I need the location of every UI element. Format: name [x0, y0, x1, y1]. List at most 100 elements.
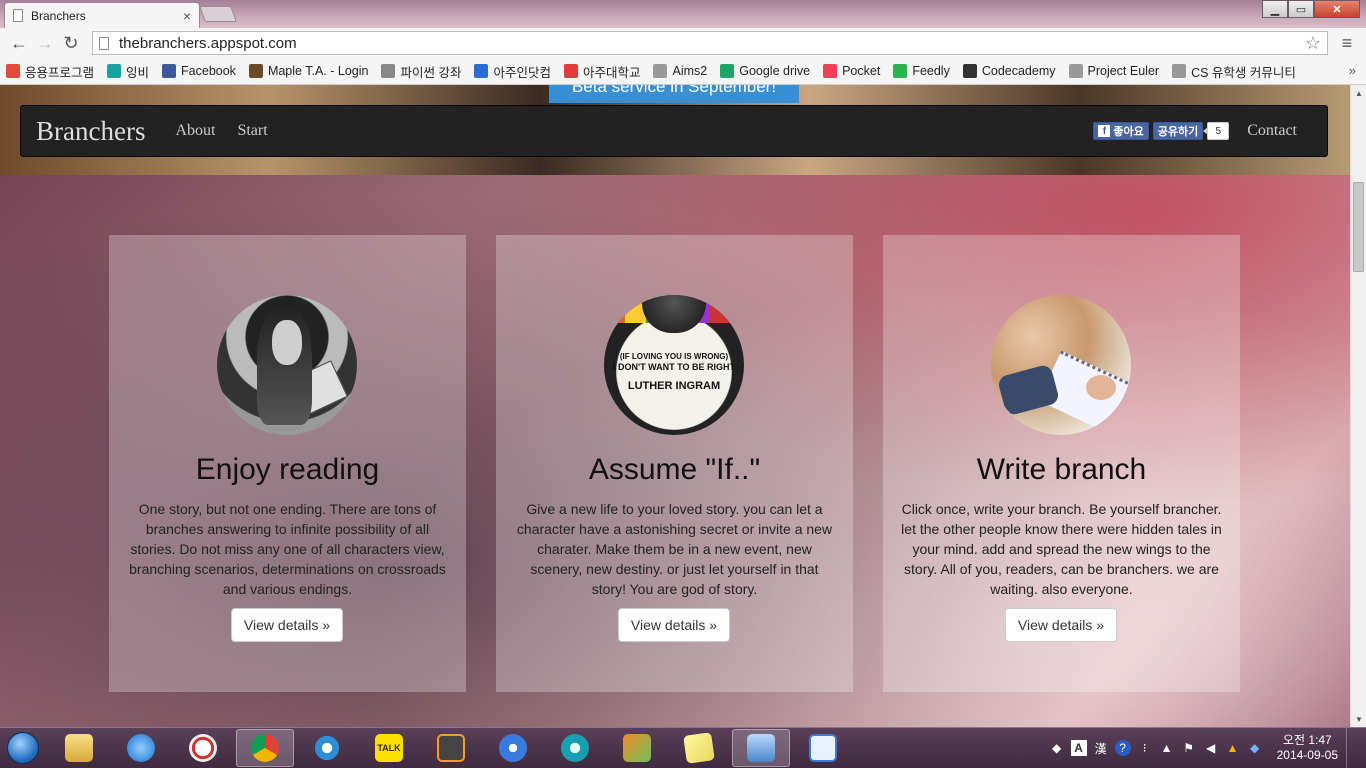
bookmark-item[interactable]: CS 유학생 커뮤니티: [1172, 62, 1296, 81]
feedly-icon: [893, 64, 908, 78]
taskbar-app-tree[interactable]: [546, 729, 604, 767]
help-icon[interactable]: ?: [1114, 740, 1131, 756]
bookmark-label: Aims2: [672, 64, 708, 78]
bookmarks-bar: 응용프로그램 잉비 Facebook Maple T.A. - Login 파이썬 강좌…: [0, 58, 1366, 85]
show-hidden-icons[interactable]: ▲: [1159, 740, 1175, 756]
nav-about[interactable]: About: [175, 122, 215, 140]
new-tab-button[interactable]: [199, 6, 237, 22]
nav-contact[interactable]: Contact: [1247, 122, 1297, 140]
bookmarks-overflow-button[interactable]: »: [1349, 63, 1356, 78]
minimize-button[interactable]: ▁: [1262, 0, 1288, 18]
bookmark-item[interactable]: Google drive: [720, 64, 810, 78]
show-desktop-button[interactable]: [1346, 728, 1358, 768]
editor-icon: [809, 734, 837, 762]
bookmark-item[interactable]: 응용프로그램: [6, 62, 94, 81]
drive-tray-icon[interactable]: ▲: [1225, 740, 1241, 756]
ime-hanja-icon[interactable]: 漢: [1093, 740, 1109, 756]
taskbar-sublime[interactable]: [422, 729, 480, 767]
reload-button[interactable]: ↻: [58, 31, 84, 55]
bookmark-item[interactable]: Codecademy: [962, 64, 1056, 78]
start-button[interactable]: [0, 728, 46, 768]
bookmark-item[interactable]: Project Euler: [1068, 64, 1159, 78]
feature-panel-assume: (IF LOVING YOU IS WRONG) I DON'T WANT TO…: [496, 235, 853, 692]
taskbar-explorer[interactable]: [50, 729, 108, 767]
bookmark-item[interactable]: Pocket: [823, 64, 880, 78]
taskbar-remote[interactable]: [732, 729, 790, 767]
ie-icon: [313, 734, 341, 762]
forward-button[interactable]: →: [32, 31, 58, 55]
tree-icon: [561, 734, 589, 762]
chrome-menu-button[interactable]: ≡: [1336, 33, 1358, 54]
apps-grid-icon: [6, 64, 20, 78]
taskbar-matlab[interactable]: [608, 729, 666, 767]
page-scrollbar[interactable]: ▲ ▼: [1350, 85, 1366, 727]
page-icon: [1068, 64, 1083, 78]
feature-text: Give a new life to your loved story. you…: [516, 501, 833, 597]
ajou-icon: [563, 64, 578, 78]
page-icon: [99, 36, 109, 50]
tray-options-icon[interactable]: ⁝: [1137, 740, 1153, 756]
scroll-down-icon[interactable]: ▼: [1351, 711, 1366, 727]
writing-hands-image: [991, 295, 1131, 435]
bookmark-label: Codecademy: [981, 64, 1056, 78]
taskbar-kakaotalk[interactable]: TALK: [360, 729, 418, 767]
facebook-share-count: 5: [1203, 122, 1230, 140]
view-details-button[interactable]: View details »: [231, 608, 343, 642]
network-icon[interactable]: ◆: [1049, 740, 1065, 756]
feature-panel-reading: Enjoy reading One story, but not one end…: [109, 235, 466, 692]
taskbar-notes[interactable]: [670, 729, 728, 767]
volume-icon[interactable]: ◀: [1203, 740, 1219, 756]
daum-icon: [499, 734, 527, 762]
sublime-icon: [437, 734, 465, 762]
taskbar-daum[interactable]: [484, 729, 542, 767]
bookmark-label: 응용프로그램: [25, 65, 95, 80]
bookmark-item[interactable]: 파이썬 강좌: [381, 62, 461, 81]
nav-right: f 좋아요 공유하기 5 Contact: [1093, 122, 1312, 140]
bookmark-label: Feedly: [912, 64, 950, 78]
bookmark-item[interactable]: Feedly: [893, 64, 950, 78]
folder-icon: [65, 734, 93, 762]
maximize-button[interactable]: ▭: [1288, 0, 1314, 18]
bookmark-item[interactable]: 아주대학교: [563, 62, 640, 81]
close-window-button[interactable]: ✕: [1314, 0, 1360, 18]
tab-close-icon[interactable]: ×: [183, 8, 191, 24]
view-details-button[interactable]: View details »: [618, 608, 730, 642]
taskbar-editor[interactable]: [794, 729, 852, 767]
back-button[interactable]: ←: [6, 31, 32, 55]
matlab-icon: [623, 734, 651, 762]
beta-banner: Beta service in September!: [549, 85, 799, 103]
facebook-like-button[interactable]: f 좋아요: [1093, 122, 1149, 140]
tab-branchers[interactable]: Branchers ×: [4, 2, 200, 28]
dropbox-icon[interactable]: ◆: [1247, 740, 1263, 756]
scroll-up-icon[interactable]: ▲: [1351, 85, 1366, 101]
taskbar-chrome[interactable]: [236, 729, 294, 767]
scroll-thumb[interactable]: [1353, 182, 1364, 272]
taskbar-clock-app[interactable]: [174, 729, 232, 767]
bookmark-label: Pocket: [842, 64, 881, 78]
facebook-share-button[interactable]: 공유하기: [1152, 122, 1204, 140]
remote-desktop-icon: [747, 734, 775, 762]
compass-icon: [189, 734, 217, 762]
taskbar-internet-explorer[interactable]: [298, 729, 356, 767]
nav-start[interactable]: Start: [237, 122, 267, 140]
site-brand[interactable]: Branchers: [36, 116, 145, 147]
bookmark-item[interactable]: Facebook: [162, 64, 236, 78]
leaf-icon: [107, 64, 122, 78]
address-bar[interactable]: thebranchers.appspot.com ☆: [92, 31, 1328, 55]
bookmark-star-icon[interactable]: ☆: [1305, 33, 1321, 54]
bookmark-label: 아주인닷컴: [493, 65, 551, 80]
bookmark-item[interactable]: Aims2: [653, 64, 707, 78]
view-details-button[interactable]: View details »: [1005, 608, 1117, 642]
bookmark-item[interactable]: Maple T.A. - Login: [248, 64, 368, 78]
bookmark-item[interactable]: 잉비: [107, 62, 149, 81]
url-text[interactable]: thebranchers.appspot.com: [119, 35, 1305, 52]
sticky-notes-icon: [683, 732, 715, 764]
ime-a-icon[interactable]: A: [1070, 740, 1087, 756]
system-clock[interactable]: 오전 1:47 2014-09-05: [1277, 733, 1338, 763]
page-icon: [1172, 64, 1187, 78]
flag-icon[interactable]: ⚑: [1181, 740, 1197, 756]
ajouin-icon: [474, 64, 489, 78]
taskbar-itunes[interactable]: [112, 729, 170, 767]
bookmark-item[interactable]: 아주인닷컴: [474, 62, 551, 81]
feature-title: Assume "If..": [588, 453, 761, 486]
